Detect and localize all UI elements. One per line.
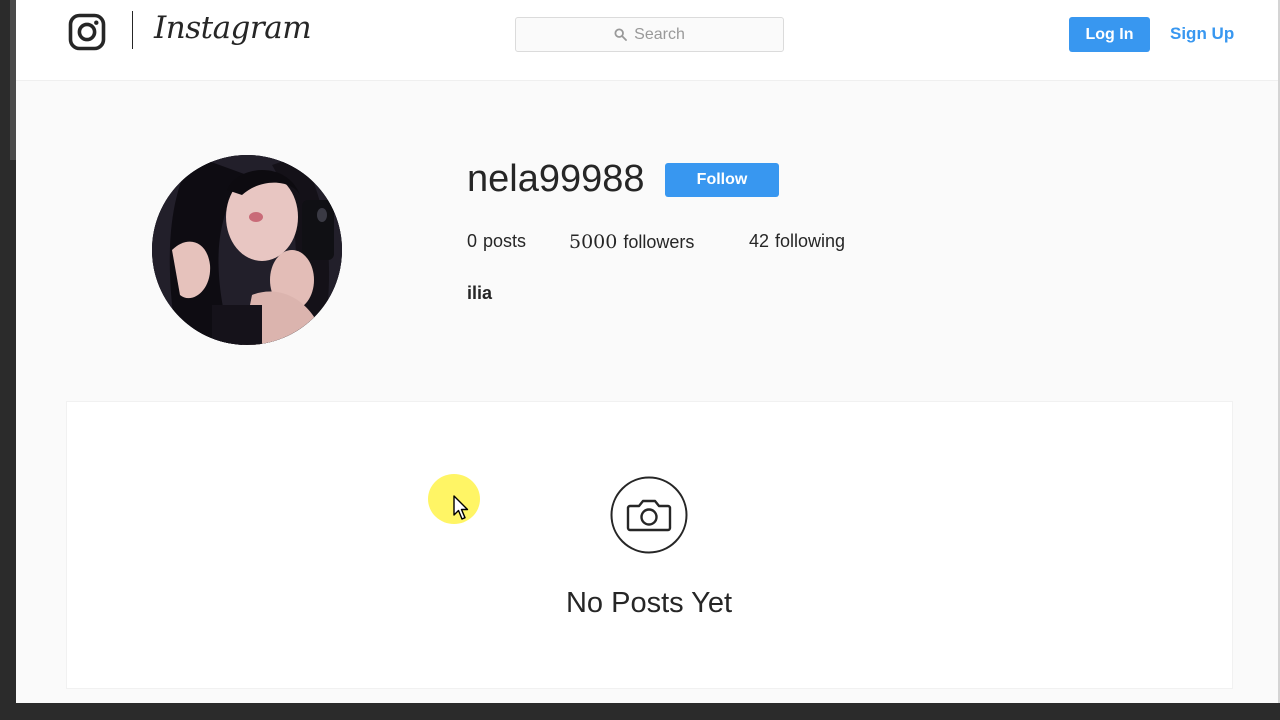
instagram-wordmark[interactable]: Instagram — [154, 10, 312, 46]
logo-divider — [132, 11, 133, 49]
profile-username: nela99988 — [467, 158, 645, 200]
posts-count: 0 — [467, 231, 478, 251]
followers-stat[interactable]: 5000 followers — [569, 231, 694, 253]
followers-count: 5000 — [569, 231, 618, 253]
instagram-glyph-icon[interactable] — [68, 13, 106, 51]
profile-avatar[interactable] — [152, 155, 342, 345]
mouse-pointer-icon — [453, 495, 469, 520]
following-label: following — [775, 231, 846, 251]
signup-link[interactable]: Sign Up — [1170, 24, 1234, 44]
profile-bio: ilia — [467, 283, 493, 303]
following-count: 42 — [749, 231, 770, 251]
following-stat[interactable]: 42 following — [749, 231, 845, 252]
posts-label: posts — [483, 231, 527, 251]
no-posts-message: No Posts Yet — [565, 587, 733, 619]
top-navbar: Instagram Search Log In Sign Up — [16, 0, 1278, 81]
search-placeholder: Search — [634, 25, 685, 43]
search-icon — [614, 28, 628, 41]
followers-label: followers — [623, 232, 695, 252]
login-button[interactable]: Log In — [1069, 17, 1150, 52]
screen-bottom-edge — [16, 703, 1280, 720]
follow-button[interactable]: Follow — [665, 163, 779, 197]
camera-icon — [610, 476, 688, 554]
posts-stat: 0 posts — [467, 231, 526, 252]
search-input[interactable]: Search — [515, 17, 784, 52]
avatar-photo — [152, 155, 342, 345]
